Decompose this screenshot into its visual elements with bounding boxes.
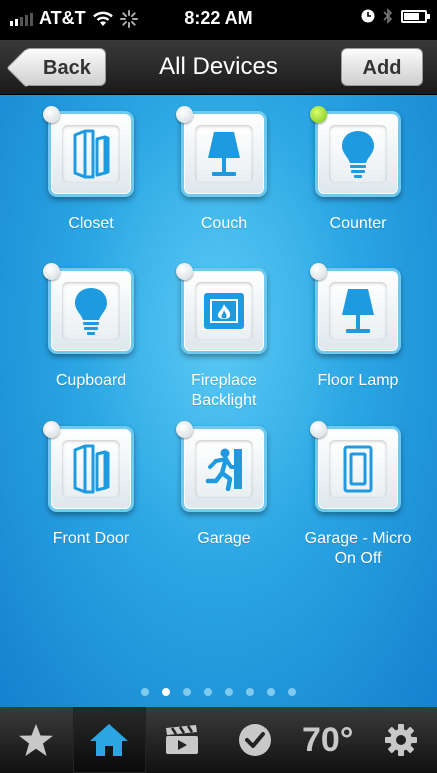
device-label: Cupboard: [55, 372, 127, 389]
status-bar: AT&T 8:22 AM: [0, 0, 437, 40]
page-dot[interactable]: [141, 688, 149, 696]
tab-scenes[interactable]: [146, 707, 219, 773]
page-dot[interactable]: [183, 688, 191, 696]
device-label: Front Door: [52, 530, 130, 547]
device-tile[interactable]: [43, 106, 134, 197]
device-item-counter[interactable]: Counter: [293, 106, 423, 234]
alarm-clock-icon: [361, 9, 375, 23]
device-label: Garage - Micro On Off: [304, 530, 412, 567]
device-status-indicator: [176, 106, 193, 123]
device-item-garage-micro-on-off[interactable]: Garage - Micro On Off: [293, 421, 423, 569]
device-item-cupboard[interactable]: Cupboard: [26, 263, 156, 391]
tab-tasks[interactable]: [218, 707, 291, 773]
home-icon: [90, 724, 129, 756]
wall-switch-icon: [343, 445, 373, 493]
thermostat-temperature: 70°: [302, 720, 354, 759]
device-tile[interactable]: [176, 263, 267, 354]
device-status-indicator: [176, 421, 193, 438]
page-dot[interactable]: [246, 688, 254, 696]
device-label: Closet: [68, 215, 114, 232]
device-tile[interactable]: [176, 106, 267, 197]
device-status-indicator: [310, 263, 327, 280]
add-button[interactable]: Add: [341, 48, 423, 86]
tab-home[interactable]: [72, 707, 146, 773]
fireplace-icon: [204, 293, 244, 329]
device-label: Counter: [329, 215, 387, 232]
device-item-garage[interactable]: Garage: [159, 421, 289, 549]
device-label: Floor Lamp: [317, 372, 399, 389]
device-tile[interactable]: [43, 421, 134, 512]
device-tile[interactable]: [310, 263, 401, 354]
checkmark-icon: [238, 724, 271, 756]
page-dot[interactable]: [225, 688, 233, 696]
clapperboard-icon: [166, 725, 199, 754]
device-tile[interactable]: [310, 106, 401, 197]
tab-settings[interactable]: [364, 707, 437, 773]
device-item-closet[interactable]: Closet: [26, 106, 156, 234]
door-sensor-icon: [73, 129, 110, 179]
navigation-bar: Back All Devices Add: [0, 40, 437, 95]
device-item-fireplace-backlight[interactable]: Fireplace Backlight: [159, 263, 289, 411]
exit-runner-icon: [205, 448, 242, 491]
page-dot[interactable]: [267, 688, 275, 696]
device-item-floor-lamp[interactable]: Floor Lamp: [293, 263, 423, 391]
page-indicator[interactable]: [0, 688, 437, 696]
device-tile[interactable]: [176, 421, 267, 512]
device-label: Fireplace Backlight: [191, 372, 257, 409]
lamp-icon: [342, 289, 374, 333]
page-dot[interactable]: [288, 688, 296, 696]
device-status-indicator: [310, 421, 327, 438]
light-bulb-icon: [342, 131, 374, 178]
tab-favorites[interactable]: [0, 707, 73, 773]
device-status-indicator: [176, 263, 193, 280]
lamp-icon: [208, 132, 240, 176]
device-status-indicator: [43, 106, 60, 123]
battery-icon: [401, 9, 430, 23]
page-dot[interactable]: [204, 688, 212, 696]
star-icon: [19, 724, 54, 756]
bluetooth-icon: [383, 8, 393, 24]
light-bulb-icon: [75, 288, 107, 335]
device-status-indicator: [310, 106, 327, 123]
device-tile[interactable]: [43, 263, 134, 354]
tab-thermostat[interactable]: 70°: [291, 707, 364, 773]
device-status-indicator: [43, 421, 60, 438]
device-tile[interactable]: [310, 421, 401, 512]
device-item-front-door[interactable]: Front Door: [26, 421, 156, 549]
device-label: Couch: [200, 215, 248, 232]
tab-bar: 70°: [0, 707, 437, 773]
door-sensor-icon: [73, 444, 110, 494]
gear-icon: [384, 724, 417, 756]
device-item-couch[interactable]: Couch: [159, 106, 289, 234]
device-label: Garage: [197, 530, 251, 547]
page-dot-active[interactable]: [162, 688, 170, 696]
device-grid: Closet Couch Counter Cupboard Fireplace …: [0, 95, 437, 707]
device-status-indicator: [43, 263, 60, 280]
